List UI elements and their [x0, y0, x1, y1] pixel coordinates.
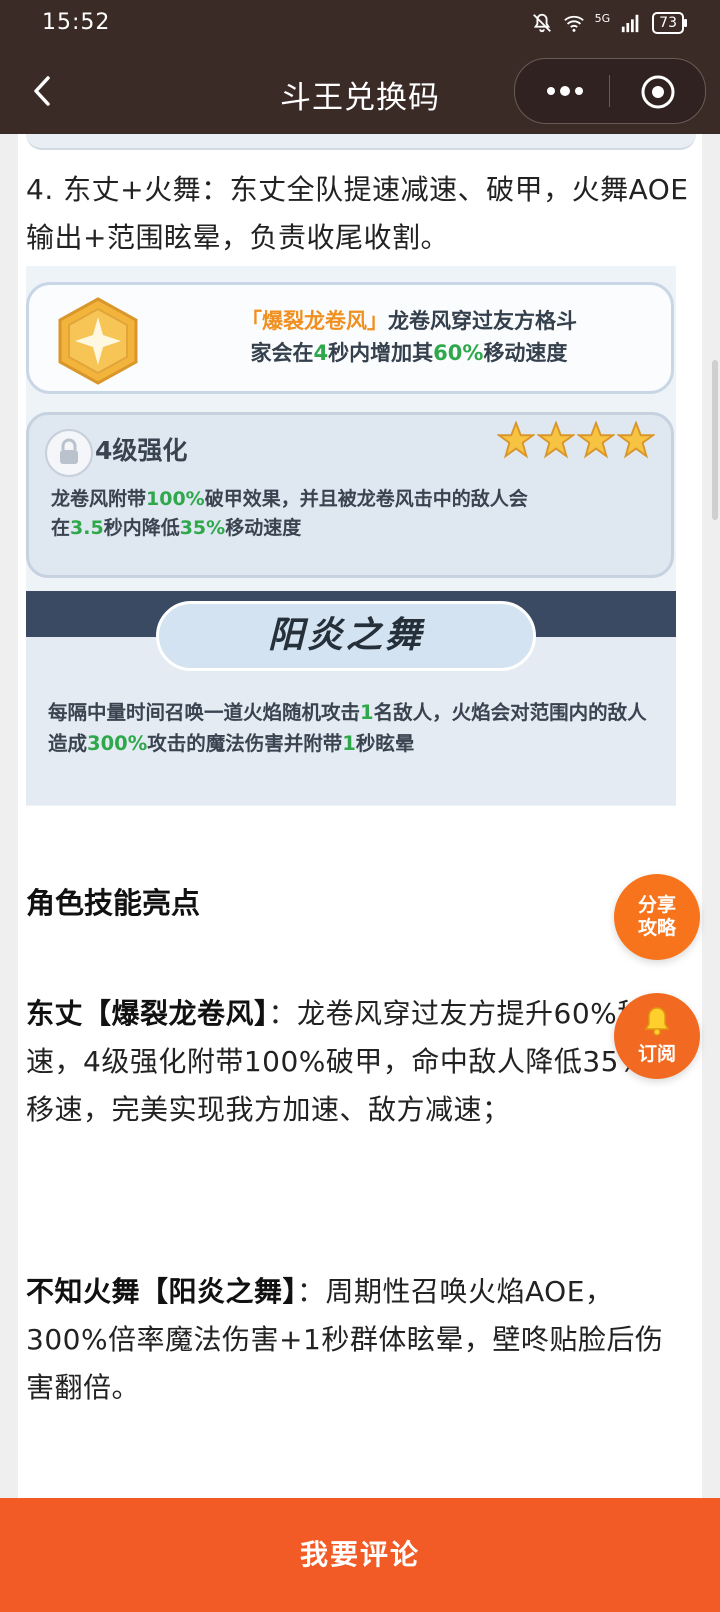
paragraph-mai: 不知火舞【阳炎之舞】：周期性召唤火焰AOE，300%倍率魔法伤害+1秒群体眩晕，…	[26, 1275, 664, 1404]
skill-name-banner: 阳炎之舞	[156, 601, 536, 671]
skill-name: 阳炎之舞	[267, 615, 424, 656]
status-icons: 5G 73	[531, 11, 687, 34]
yangyan-description: 每隔中量时间召唤一道火焰随机攻击1名敌人，火焰会对范围内的敌人造成300%攻击的…	[48, 701, 647, 755]
status-time: 15:52	[42, 10, 111, 35]
article-content: 4. 东丈+火舞：东丈全队提速减速、破甲，火舞AOE输出+范围眩晕，负责收尾收割…	[18, 134, 702, 1498]
star-icon	[537, 421, 575, 459]
paragraph-team-combo: 4. 东丈+火舞：东丈全队提速减速、破甲，火舞AOE输出+范围眩晕，负责收尾收割…	[26, 173, 689, 254]
wifi-icon	[563, 15, 584, 32]
status-bar: 15:52 5G 73	[0, 0, 720, 48]
lock-icon	[60, 438, 78, 464]
mute-icon	[532, 13, 551, 33]
paragraph-dongzhang: 东丈【爆裂龙卷风】：龙卷风穿过友方提升60%移速，4级强化附带100%破甲，命中…	[26, 997, 647, 1126]
more-icon[interactable]	[537, 77, 593, 105]
skill-screenshot: 「爆裂龙卷风」龙卷风穿过友方格斗 家会在4秒内增加其60%移动速度 4级强化 龙…	[26, 266, 676, 806]
skill-card-level4: 4级强化 龙卷风附带100%破甲效果，并且被龙卷风击中的敌人会 在3.5秒内降低…	[26, 412, 674, 578]
comment-bar[interactable]: 我要评论	[0, 1498, 720, 1612]
skill-card-yangyan: 阳炎之舞 每隔中量时间召唤一道火焰随机攻击1名敌人，火焰会对范围内的敌人造成30…	[26, 591, 676, 805]
mini-program-capsule	[514, 58, 706, 124]
skill-name-bold: 不知火舞【阳炎之舞】	[26, 1275, 298, 1308]
left-gutter	[0, 134, 18, 1498]
lock-badge	[45, 429, 93, 477]
right-gutter	[702, 134, 720, 1498]
section-heading: 角色技能亮点	[26, 886, 201, 920]
skill-card-tornado-text: 「爆裂龙卷风」龙卷风穿过友方格斗 家会在4秒内增加其60%移动速度	[241, 309, 577, 365]
comment-button-label: 我要评论	[299, 1538, 420, 1571]
star-icon	[617, 421, 655, 459]
star-icon	[497, 421, 535, 459]
level-title: 4级强化	[95, 436, 188, 465]
close-miniprogram-icon[interactable]	[639, 73, 677, 111]
skill-name-bold: 东丈【爆裂龙卷风】	[26, 997, 269, 1030]
capsule-divider	[609, 75, 610, 107]
level4-description: 龙卷风附带100%破甲效果，并且被龙卷风击中的敌人会 在3.5秒内降低35%移动…	[51, 488, 528, 539]
scrollbar[interactable]	[712, 360, 718, 520]
skill-card-tornado: 「爆裂龙卷风」龙卷风穿过友方格斗 家会在4秒内增加其60%移动速度	[26, 282, 674, 394]
star-rating	[497, 421, 655, 459]
signal-icon	[622, 14, 639, 33]
bell-icon	[644, 1007, 670, 1036]
previous-image-edge	[26, 134, 696, 150]
battery-icon: 73	[652, 12, 687, 34]
network-type: 5G	[594, 11, 611, 25]
nav-bar: 斗王兑换码	[0, 48, 720, 134]
subscribe-button[interactable]: 订阅	[614, 993, 700, 1079]
share-guide-button[interactable]: 分享 攻略	[614, 874, 700, 960]
star-icon	[577, 421, 615, 459]
skill-star-icon	[58, 297, 138, 385]
